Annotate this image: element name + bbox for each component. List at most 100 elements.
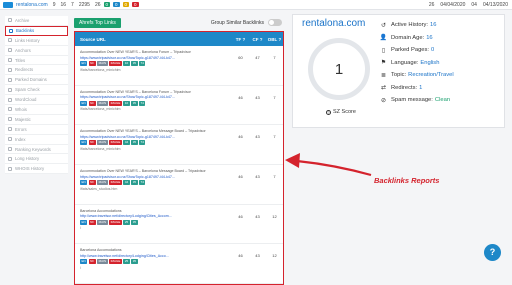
link-tags: EN NF MAIN IMAGE 25 35 (80, 259, 232, 265)
sidebar-item-errors[interactable]: Errors (5, 124, 68, 135)
topbar-date: 04/13/2020 (482, 2, 508, 8)
table-row: Barcelona Accomodations http://www.travel… (75, 205, 283, 245)
topbar-domain[interactable]: rentalona.com (16, 2, 48, 8)
topbar-stat: 2295 (78, 1, 90, 8)
table-header: Source URL TF ? CF ? OBL ? (75, 32, 283, 46)
menu-item-icon (8, 58, 12, 62)
sidebar-item-backlinks[interactable]: Backlinks (5, 25, 68, 36)
redirect-icon: ⇄ (380, 85, 387, 92)
source-title: Accommodation Over NEW YEAR'S – Barcelon… (80, 169, 206, 174)
sidebar-item-index[interactable]: Index (5, 134, 68, 145)
menu-item-icon (8, 137, 12, 142)
sidebar-item-spam-check[interactable]: Spam Check (5, 85, 68, 96)
overview-stat-value: 16 (426, 34, 433, 41)
topbar-stat: 7 (71, 1, 74, 8)
overview-stat-label: Language: (391, 59, 419, 66)
link-tag: 35 (131, 219, 138, 225)
help-button[interactable]: ? (484, 244, 501, 261)
sz-score-label: ? SZ Score (326, 109, 356, 115)
sidebar-item-parked-domains[interactable]: Parked Domains (5, 75, 68, 86)
table-row: Accommodation Over NEW YEAR'S – Barcelon… (75, 165, 283, 205)
menu-item-icon (8, 156, 12, 161)
target-path: /flats/barcelona_minichim (80, 146, 121, 151)
link-tag: NF (88, 140, 96, 146)
tf-value: 46 (238, 253, 243, 259)
overview-stat-row: ⇄ Redirects: 1 (379, 82, 499, 95)
topbar-chip: 0 (103, 1, 111, 7)
source-title: Accommodation Over NEW YEAR'S – Barcelon… (80, 50, 191, 54)
sz-score-value: 1 (334, 60, 344, 78)
language-icon: ⚑ (380, 60, 387, 67)
column-tf[interactable]: TF ? (232, 37, 249, 42)
link-tag: 10 (123, 61, 130, 66)
sidebar-item-long-history[interactable]: Long History (5, 154, 68, 165)
source-link[interactable]: http://www.travelsur.net/directory/Lodgi… (80, 214, 215, 218)
sidebar-item-wordcloud[interactable]: WordCloud (5, 95, 68, 106)
link-tag: 44 (123, 140, 130, 146)
source-link[interactable]: https://www.tripadvisor.co.nz/ShowTopic-… (80, 175, 215, 179)
link-tag: IMAGE (109, 61, 122, 66)
overview-stat-value: Clean (434, 97, 451, 104)
sidebar-item-archive[interactable]: Archive (5, 16, 68, 26)
cf-value: 43 (255, 94, 260, 100)
link-tag: 25 (123, 259, 130, 265)
source-link[interactable]: https://www.tripadvisor.co.nz/ShowTopic-… (80, 95, 215, 99)
source-url-cell: Barcelona Accomodations http://www.travel… (75, 209, 232, 230)
link-tag: 74 (139, 140, 146, 146)
link-tag: 35 (131, 140, 138, 146)
link-tags: EN NF MAIN IMAGE 44 35 74 (80, 180, 232, 186)
overview-stat-label: Parked Pages: (391, 47, 430, 54)
sidebar-item-label: Ranking Keywords (15, 146, 51, 152)
tf-value: 60 (238, 55, 243, 60)
link-tag: IMAGE (109, 259, 122, 265)
link-tag: MAIN (97, 259, 108, 265)
sidebar-item-titles[interactable]: Titles (5, 55, 68, 66)
obl-value: 7 (273, 55, 276, 60)
sidebar-item-label: Spam Check (15, 87, 40, 93)
link-tag: MAIN (97, 180, 108, 186)
sidebar-item-whois[interactable]: Whois (5, 105, 68, 115)
source-url-cell: Accommodation Over NEW YEAR'S – Barcelon… (75, 90, 232, 111)
overview-stats: ↺ Active History: 16 👤 Domain Age: 16 ▯ Parked … (379, 19, 499, 107)
column-source-url[interactable]: Source URL (75, 37, 232, 42)
group-similar-toggle[interactable] (268, 19, 282, 26)
menu-item-icon (8, 166, 12, 171)
sidebar-item-ranking-keywords[interactable]: Ranking Keywords (5, 144, 68, 155)
link-tag: EN (80, 219, 88, 225)
sidebar-item-label: Majestic (15, 116, 31, 122)
table-row: Accommodation Over NEW YEAR'S – Barcelon… (75, 125, 283, 166)
link-tag: EN (80, 61, 88, 66)
topbar-chip: 0 (122, 1, 130, 7)
sidebar-item-majestic[interactable]: Majestic (5, 114, 68, 125)
ahrefs-top-links-button[interactable]: Ahrefs Top Links (74, 17, 121, 28)
help-circle-icon[interactable]: ? (326, 109, 331, 115)
source-link[interactable]: http://www.travelsur.net/directory/Lodgi… (80, 254, 215, 258)
menu-item-icon (8, 147, 12, 152)
user-icon: 👤 (379, 35, 388, 42)
overview-stat-row: ≣ Topic: Recreation/Travel (379, 69, 499, 82)
obl-value: 12 (272, 213, 277, 219)
link-tag: IMAGE (109, 100, 122, 106)
overview-stat-row: 👤 Domain Age: 16 (379, 32, 499, 45)
source-link[interactable]: https://www.tripadvisor.co.nz/ShowTopic-… (80, 135, 215, 139)
source-link[interactable]: https://www.tripadvisor.co.nz/ShowTopic-… (80, 56, 215, 60)
column-obl[interactable]: OBL ? (266, 37, 283, 42)
sidebar-item-anchors[interactable]: Anchors (5, 45, 68, 56)
sidebar-item-links-history[interactable]: Links History (5, 35, 68, 46)
group-similar-label: Group Similar Backlinks (210, 19, 264, 26)
link-tags: EN NF MAIN IMAGE 44 35 74 (80, 140, 232, 146)
domain-overview-card: rentalona.com 1 ? SZ Score ↺ Active Histo… (292, 14, 505, 128)
target-path: /flats/sales_studios.htm (80, 186, 118, 191)
link-tag: NF (88, 219, 96, 225)
overview-stat-label: Redirects: (391, 84, 418, 91)
sidebar-item-whois-history[interactable]: WHOIS History (5, 164, 68, 175)
target-path: / (80, 265, 81, 270)
link-tag: 35 (131, 180, 138, 186)
column-cf[interactable]: CF ? (249, 37, 266, 42)
topbar-date: 04/04/2020 (440, 2, 466, 8)
sidebar-item-redirects[interactable]: Redirects (5, 65, 68, 76)
spam-icon: ⊘ (380, 97, 387, 104)
link-tag: 35 (131, 100, 138, 106)
menu-item-icon (8, 127, 12, 132)
overview-stat-value: 16 (430, 22, 437, 29)
